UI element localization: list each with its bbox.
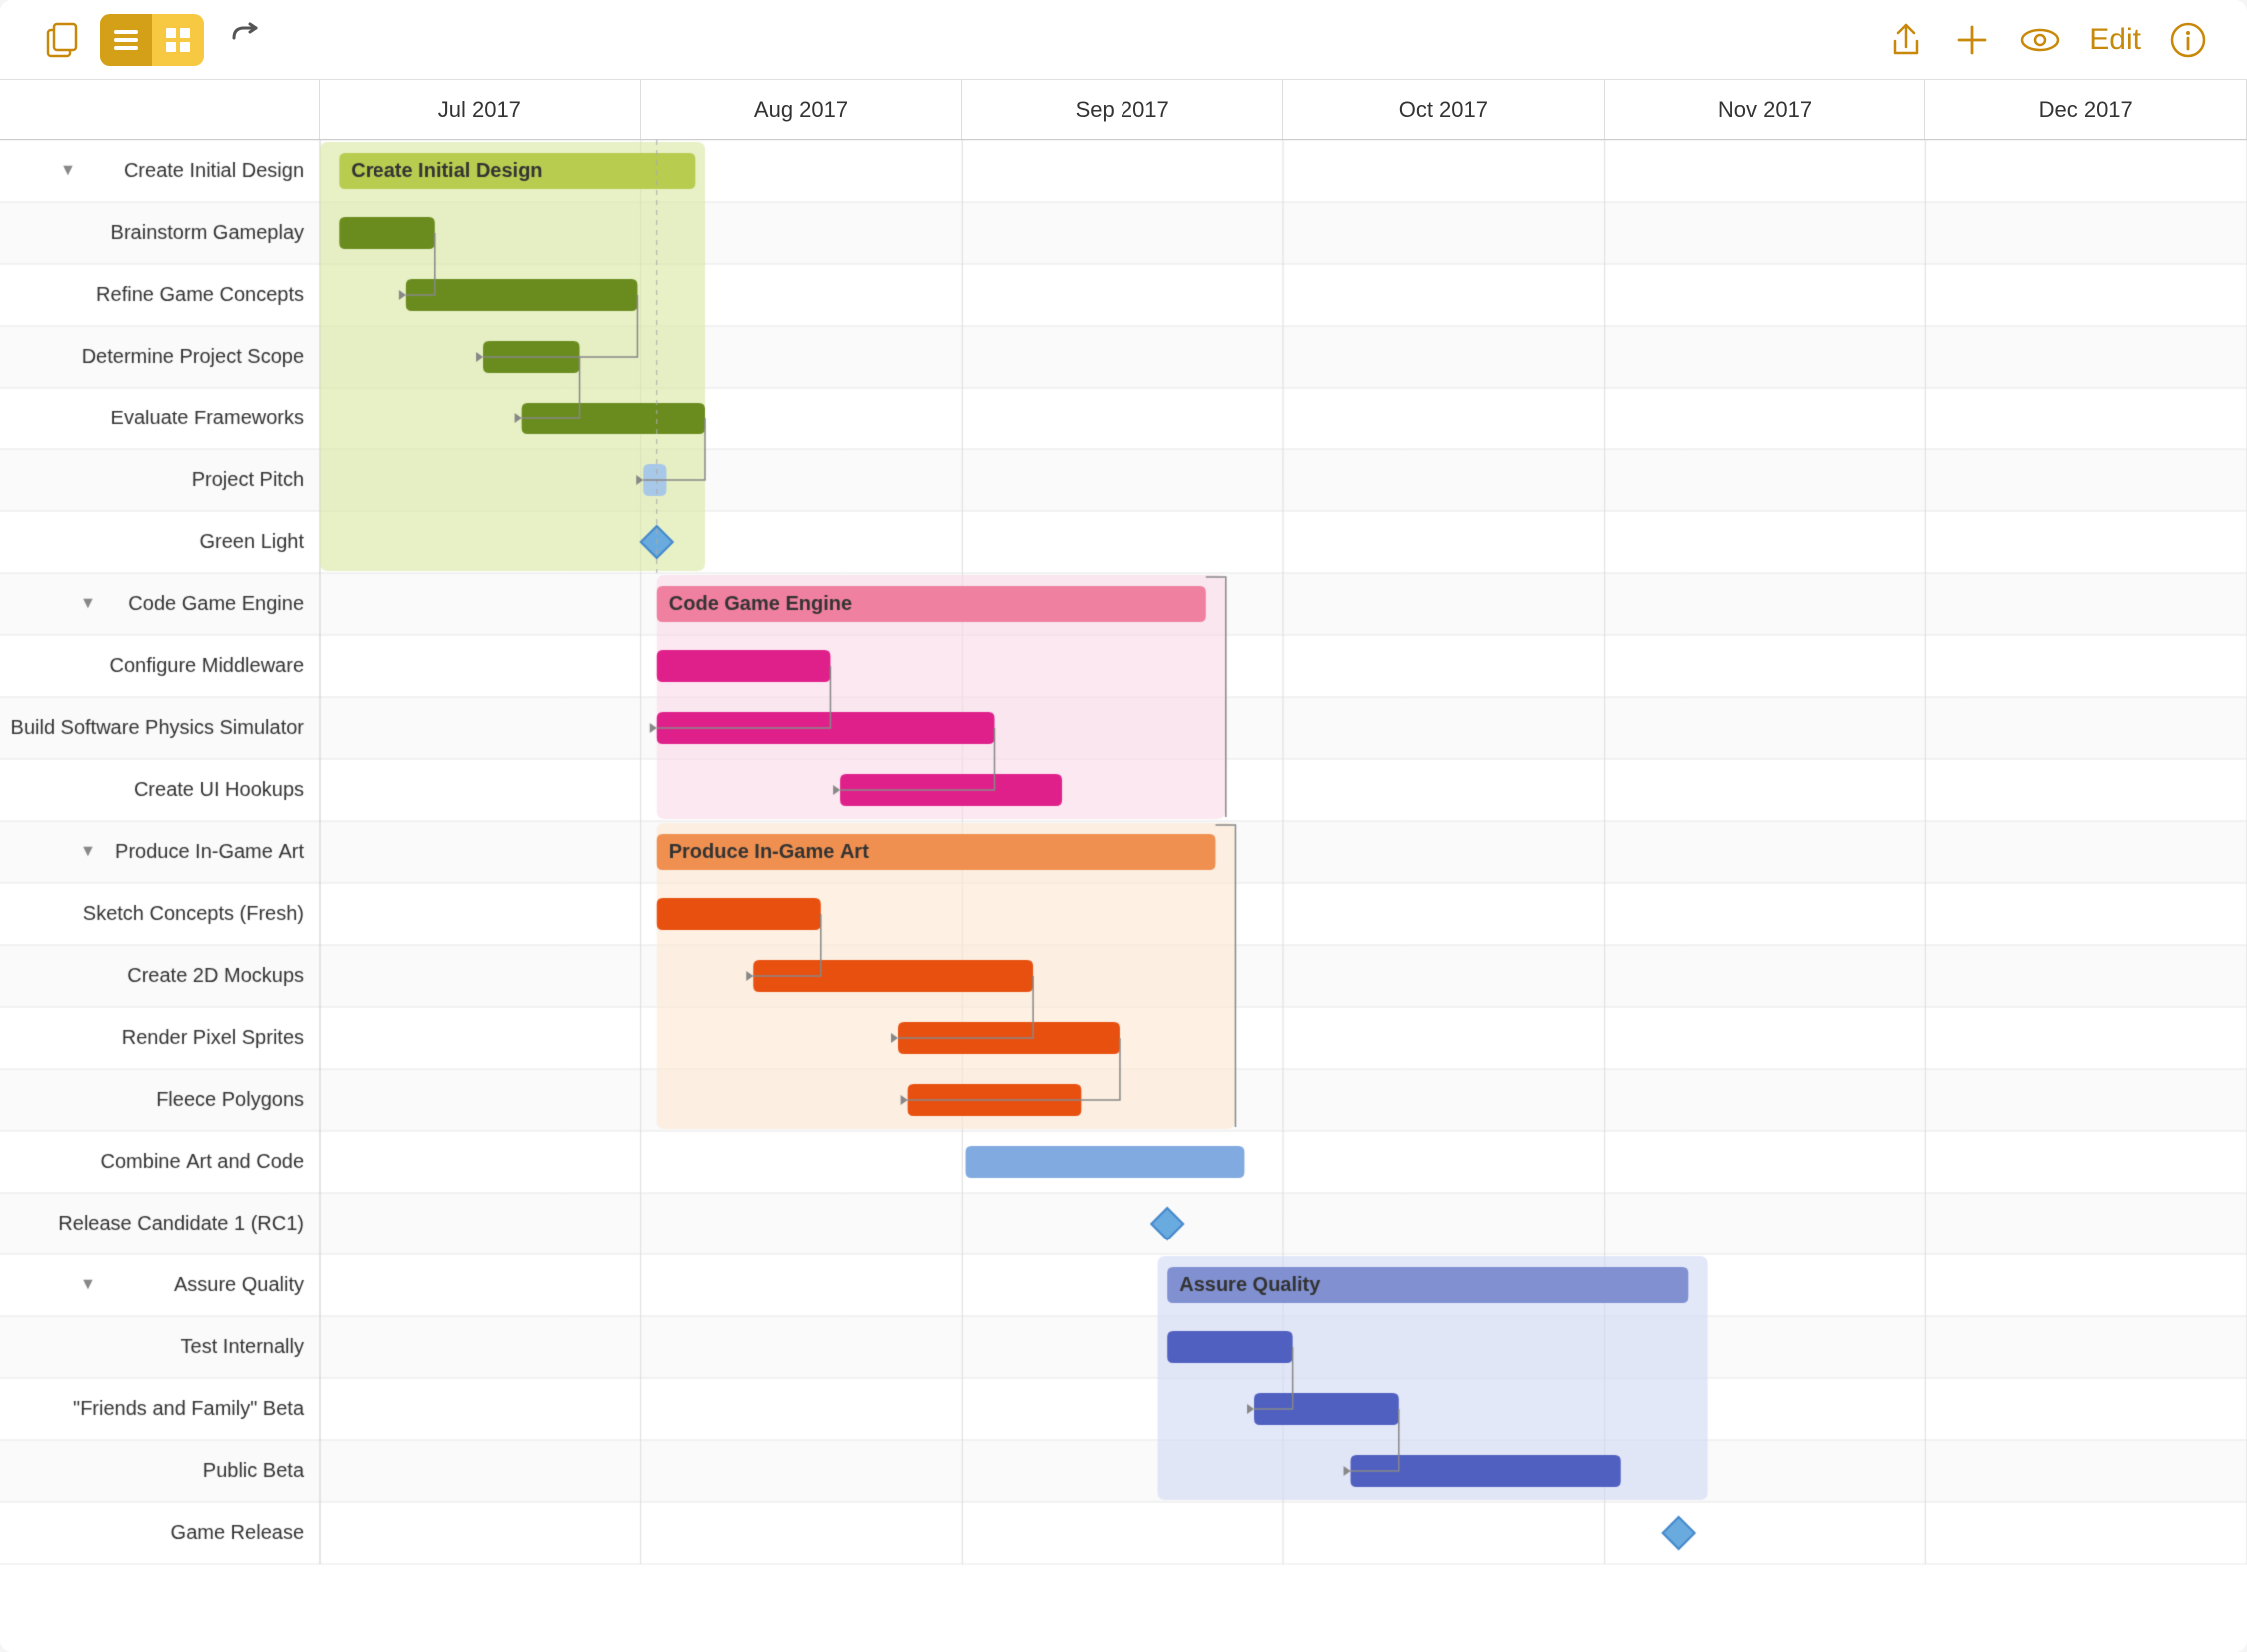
grid-view-button[interactable] xyxy=(152,14,204,66)
month-oct: Oct 2017 xyxy=(1283,80,1605,139)
toolbar-right: Edit xyxy=(1887,21,2207,59)
share-icon[interactable] xyxy=(1887,21,1925,59)
info-icon[interactable] xyxy=(2169,21,2207,59)
month-aug: Aug 2017 xyxy=(641,80,963,139)
toolbar: Edit xyxy=(0,0,2247,80)
app-window: Edit Jul 2017 Aug 2017 Sep 2017 Oct 2017… xyxy=(0,0,2247,1652)
view-icon[interactable] xyxy=(2019,21,2061,59)
gantt-header: Jul 2017 Aug 2017 Sep 2017 Oct 2017 Nov … xyxy=(0,80,2247,140)
add-icon[interactable] xyxy=(1953,21,1991,59)
list-view-button[interactable] xyxy=(100,14,152,66)
copy-icon[interactable] xyxy=(40,18,84,62)
gantt-label-header xyxy=(0,80,320,139)
month-jul: Jul 2017 xyxy=(320,80,641,139)
view-toggle-group xyxy=(100,14,204,66)
undo-button[interactable] xyxy=(220,14,272,66)
month-dec: Dec 2017 xyxy=(1925,80,2247,139)
month-nov: Nov 2017 xyxy=(1605,80,1926,139)
gantt-body xyxy=(0,140,2247,1652)
month-sep: Sep 2017 xyxy=(962,80,1283,139)
gantt-container: Jul 2017 Aug 2017 Sep 2017 Oct 2017 Nov … xyxy=(0,80,2247,1652)
edit-button[interactable]: Edit xyxy=(2089,23,2141,57)
toolbar-left xyxy=(40,14,1868,66)
